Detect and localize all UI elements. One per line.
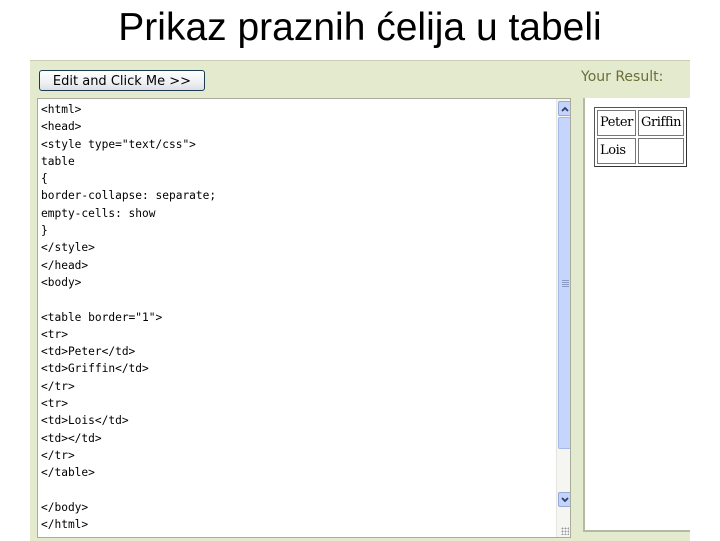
tryit-panel: Edit and Click Me >> Your Result: <html>… (30, 60, 690, 541)
result-label: Your Result: (581, 69, 664, 85)
table-row: Peter Griffin (597, 110, 685, 136)
chevron-down-icon (561, 496, 569, 502)
empty-table-cell (638, 138, 685, 164)
table-cell: Peter (597, 110, 636, 136)
editor-scrollbar[interactable] (556, 99, 570, 537)
chevron-up-icon (561, 106, 569, 112)
resize-grip-icon[interactable] (561, 527, 569, 535)
code-textarea[interactable]: <html> <head> <style type="text/css"> ta… (41, 101, 216, 533)
code-editor[interactable]: <html> <head> <style type="text/css"> ta… (37, 98, 571, 538)
scroll-up-button[interactable] (558, 101, 570, 116)
table-cell: Lois (597, 138, 636, 164)
table-row: Lois (597, 138, 685, 164)
grip-icon (562, 280, 569, 287)
scroll-down-button[interactable] (558, 492, 570, 507)
result-table: Peter Griffin Lois (594, 107, 688, 167)
table-cell: Griffin (638, 110, 685, 136)
scroll-thumb[interactable] (558, 117, 570, 449)
result-frame: Peter Griffin Lois (583, 98, 690, 532)
slide-title: Prikaz praznih ćelija u tabeli (118, 6, 602, 49)
edit-and-click-button[interactable]: Edit and Click Me >> (39, 70, 205, 91)
